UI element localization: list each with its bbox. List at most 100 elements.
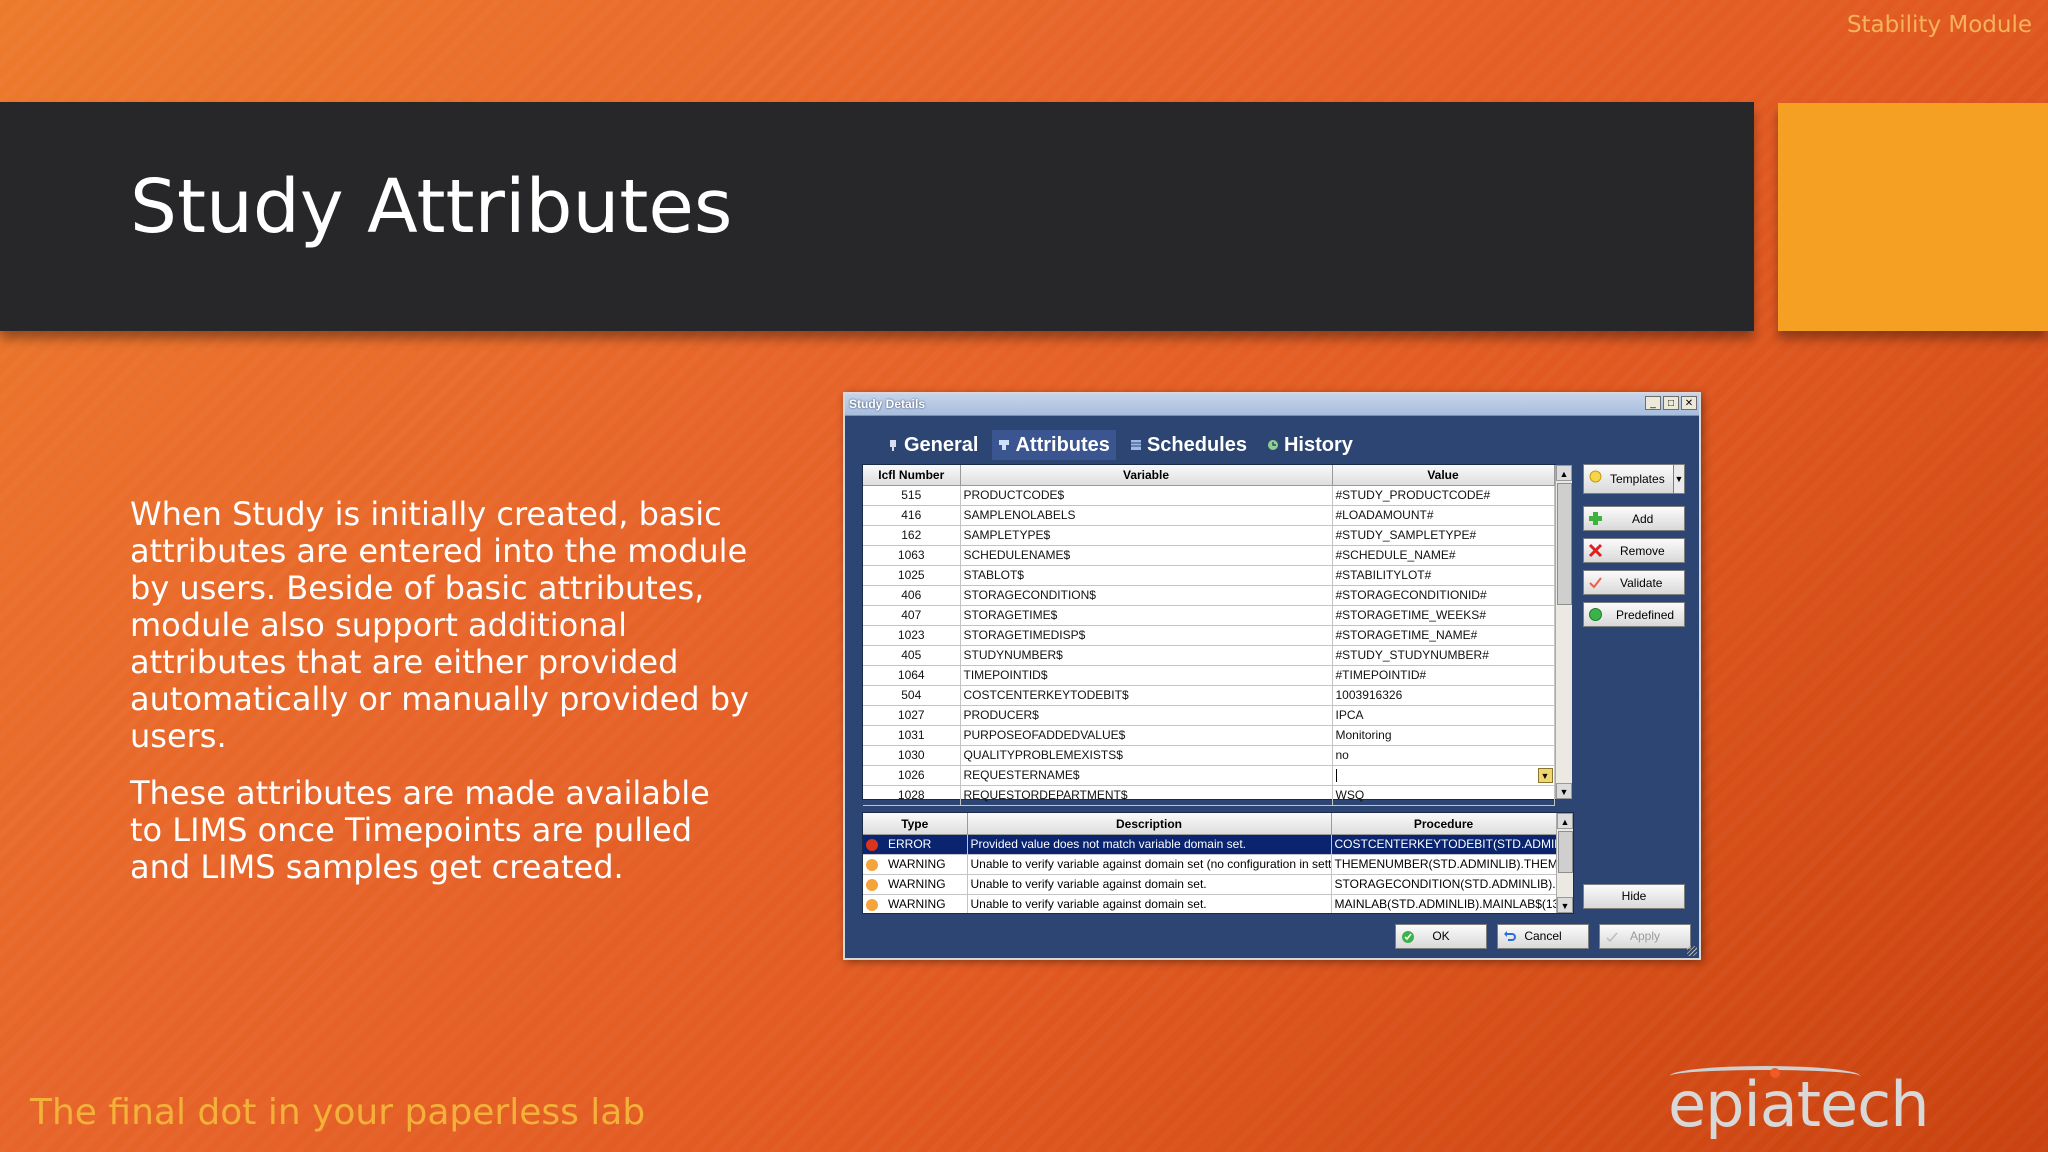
table-row[interactable]: 515 PRODUCTCODE$ #STUDY_PRODUCTCODE#: [863, 485, 1555, 506]
messages-scrollbar[interactable]: ▲ ▼: [1556, 813, 1573, 913]
green-dot-icon: [1589, 608, 1602, 621]
predefined-button[interactable]: Predefined: [1583, 602, 1685, 627]
value-cell[interactable]: 1003916326: [1332, 685, 1555, 706]
message-row[interactable]: WARNING Unable to verify variable agains…: [863, 874, 1557, 895]
table-row[interactable]: 1026 REQUESTERNAME$ ▼: [863, 765, 1555, 786]
button-label: Add: [1632, 511, 1654, 526]
minimize-button[interactable]: _: [1645, 396, 1661, 410]
value-cell[interactable]: #STABILITYLOT#: [1332, 565, 1555, 586]
hide-button[interactable]: Hide: [1583, 884, 1685, 909]
value-cell[interactable]: #LOADAMOUNT#: [1332, 505, 1555, 526]
warning-dot-icon: [866, 858, 878, 871]
tab-attributes[interactable]: Attributes: [992, 430, 1116, 460]
study-details-dialog: Study Details _ □ ✕ General Attributes S…: [843, 392, 1701, 960]
error-dot-icon: [866, 838, 878, 851]
grid-scrollbar[interactable]: ▲ ▼: [1555, 465, 1572, 799]
tab-history[interactable]: History: [1261, 430, 1359, 460]
message-row[interactable]: ERROR Provided value does not match vari…: [863, 834, 1557, 855]
procedure-cell: MAINLAB(STD.ADMINLIB).MAINLAB$(13: [1331, 894, 1557, 913]
accent-block: [1778, 103, 2048, 331]
value-cell[interactable]: no: [1332, 745, 1555, 766]
templates-button[interactable]: Templates ▼: [1583, 464, 1685, 494]
value-cell[interactable]: Monitoring: [1332, 725, 1555, 746]
message-row[interactable]: WARNING Unable to verify variable agains…: [863, 854, 1557, 875]
apply-button[interactable]: Apply: [1599, 924, 1691, 949]
validation-messages-grid: Type Description Procedure ERROR Provide…: [862, 812, 1574, 914]
table-row[interactable]: 1064 TIMEPOINTID$ #TIMEPOINTID#: [863, 665, 1555, 686]
value-cell[interactable]: #STORAGECONDITIONID#: [1332, 585, 1555, 606]
scroll-thumb[interactable]: [1557, 483, 1572, 605]
column-header-description[interactable]: Description: [967, 813, 1332, 835]
value-cell[interactable]: #STUDY_PRODUCTCODE#: [1332, 485, 1555, 506]
maximize-button[interactable]: □: [1663, 396, 1679, 410]
value-cell[interactable]: #TIMEPOINTID#: [1332, 665, 1555, 686]
variable-cell: SAMPLENOLABELS: [960, 505, 1333, 526]
type-label: WARNING: [888, 857, 946, 871]
body-text: When Study is initially created, basic a…: [130, 496, 750, 906]
column-header-procedure[interactable]: Procedure: [1331, 813, 1557, 835]
variable-cell: REQUESTERNAME$: [960, 765, 1333, 786]
tab-schedules[interactable]: Schedules: [1124, 430, 1253, 460]
table-row[interactable]: 1025 STABLOT$ #STABILITYLOT#: [863, 565, 1555, 586]
description-cell: Unable to verify variable against domain…: [967, 854, 1332, 875]
remove-x-icon: [1588, 543, 1603, 558]
table-row[interactable]: 1023 STORAGETIMEDISP$ #STORAGETIME_NAME#: [863, 625, 1555, 646]
tab-bar: General Attributes Schedules History: [881, 430, 1359, 460]
value-cell[interactable]: #SCHEDULE_NAME#: [1332, 545, 1555, 566]
cancel-button[interactable]: Cancel: [1497, 924, 1589, 949]
ok-button[interactable]: OK: [1395, 924, 1487, 949]
plus-icon: [1589, 512, 1602, 525]
column-header-type[interactable]: Type: [863, 813, 968, 835]
value-cell[interactable]: #STUDY_SAMPLETYPE#: [1332, 525, 1555, 546]
scroll-down-icon[interactable]: ▼: [1557, 897, 1573, 913]
scroll-down-icon[interactable]: ▼: [1556, 783, 1572, 799]
description-cell: Unable to verify variable against domain…: [967, 894, 1332, 913]
icfl-number-cell: 515: [863, 485, 961, 506]
table-row[interactable]: 1031 PURPOSEOFADDEDVALUE$ Monitoring: [863, 725, 1555, 746]
dialog-titlebar[interactable]: Study Details _ □ ✕: [845, 394, 1699, 416]
message-row[interactable]: WARNING Unable to verify variable agains…: [863, 894, 1557, 913]
table-row[interactable]: 1027 PRODUCER$ IPCA: [863, 705, 1555, 726]
schedule-icon: [1130, 440, 1141, 450]
paragraph-1: When Study is initially created, basic a…: [130, 495, 749, 755]
scroll-up-icon[interactable]: ▲: [1556, 465, 1572, 481]
validate-button[interactable]: Validate: [1583, 570, 1685, 595]
resize-grip[interactable]: [1687, 946, 1697, 956]
value-cell[interactable]: #STORAGETIME_WEEKS#: [1332, 605, 1555, 626]
chevron-down-icon[interactable]: ▼: [1673, 464, 1685, 494]
icfl-number-cell: 504: [863, 685, 961, 706]
variable-cell: STORAGETIME$: [960, 605, 1333, 626]
table-row[interactable]: 406 STORAGECONDITION$ #STORAGECONDITIONID#: [863, 585, 1555, 606]
button-label: Apply: [1629, 929, 1661, 943]
remove-button[interactable]: Remove: [1583, 538, 1685, 563]
value-dropdown-cell[interactable]: ▼: [1332, 765, 1555, 786]
table-row[interactable]: 407 STORAGETIME$ #STORAGETIME_WEEKS#: [863, 605, 1555, 626]
table-row[interactable]: 1030 QUALITYPROBLEMEXISTS$ no: [863, 745, 1555, 766]
chevron-down-icon[interactable]: ▼: [1537, 768, 1553, 783]
apply-check-icon: [1606, 932, 1618, 943]
dialog-title: Study Details: [849, 397, 926, 411]
table-row[interactable]: 416 SAMPLENOLABELS #LOADAMOUNT#: [863, 505, 1555, 526]
table-row[interactable]: 504 COSTCENTERKEYTODEBIT$ 1003916326: [863, 685, 1555, 706]
column-header-icfl-number[interactable]: Icfl Number: [863, 465, 961, 486]
close-button[interactable]: ✕: [1681, 396, 1697, 410]
table-row[interactable]: 1063 SCHEDULENAME$ #SCHEDULE_NAME#: [863, 545, 1555, 566]
tab-label: General: [904, 433, 979, 456]
value-cell[interactable]: #STORAGETIME_NAME#: [1332, 625, 1555, 646]
icfl-number-cell: 1025: [863, 565, 961, 586]
column-header-value[interactable]: Value: [1332, 465, 1555, 486]
table-row[interactable]: 162 SAMPLETYPE$ #STUDY_SAMPLETYPE#: [863, 525, 1555, 546]
tab-general[interactable]: General: [881, 430, 984, 460]
text-cursor: [1335, 769, 1337, 783]
table-row[interactable]: 1028 REQUESTORDEPARTMENT$ WSQ: [863, 785, 1555, 806]
scroll-up-icon[interactable]: ▲: [1557, 813, 1573, 829]
column-header-variable[interactable]: Variable: [960, 465, 1333, 486]
table-row[interactable]: 405 STUDYNUMBER$ #STUDY_STUDYNUMBER#: [863, 645, 1555, 666]
value-cell[interactable]: WSQ: [1332, 785, 1555, 806]
variable-cell: QUALITYPROBLEMEXISTS$: [960, 745, 1333, 766]
add-button[interactable]: Add: [1583, 506, 1685, 531]
icfl-number-cell: 1026: [863, 765, 961, 786]
value-cell[interactable]: #STUDY_STUDYNUMBER#: [1332, 645, 1555, 666]
value-cell[interactable]: IPCA: [1332, 705, 1555, 726]
scroll-thumb[interactable]: [1558, 831, 1573, 873]
